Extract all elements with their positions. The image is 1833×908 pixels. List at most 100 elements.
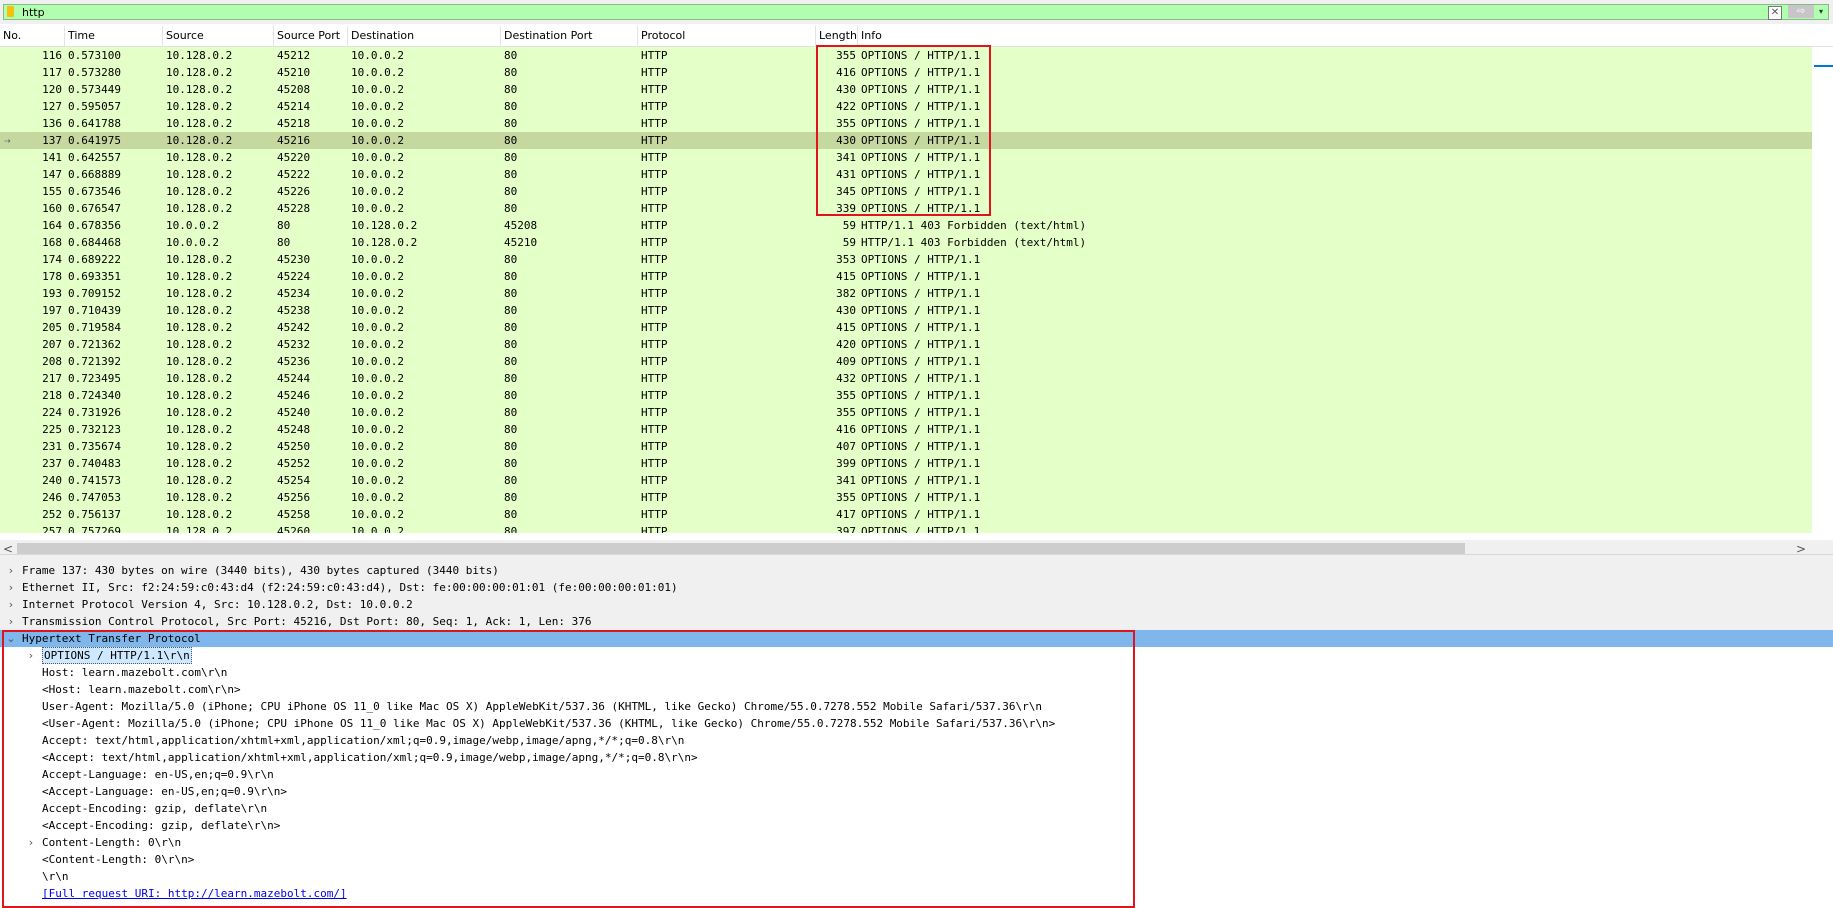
apply-filter-icon[interactable]: ⇨: [1788, 5, 1814, 18]
column-header-source-port[interactable]: Source Port: [274, 26, 348, 46]
detail-tree-field[interactable]: \r\n: [0, 868, 1833, 885]
detail-text: Content-Length: 0\r\n: [42, 836, 182, 849]
cell-source-port: 45238: [277, 304, 311, 317]
detail-tree-field[interactable]: Host: learn.mazebolt.com\r\n: [0, 664, 1833, 681]
clear-filter-icon[interactable]: ✕: [1768, 6, 1782, 20]
packet-row[interactable]: 168 0.684468 10.0.0.2 80 10.128.0.2 45210 HTTP…: [0, 234, 1812, 251]
detail-tree-protocol[interactable]: › Frame 137: 430 bytes on wire (3440 bits…: [0, 562, 1833, 579]
cell-time: 0.641975: [68, 134, 121, 147]
cell-protocol: HTTP: [641, 100, 668, 113]
cell-length: 382: [836, 287, 856, 300]
column-header-info[interactable]: Info: [858, 26, 1812, 46]
detail-tree-field[interactable]: Accept-Language: en-US,en;q=0.9\r\n: [0, 766, 1833, 783]
collapsed-chevron-icon[interactable]: ›: [26, 647, 36, 664]
detail-tree-field[interactable]: Accept: text/html,application/xhtml+xml,…: [0, 732, 1833, 749]
column-header-source[interactable]: Source: [163, 26, 274, 46]
column-header-protocol[interactable]: Protocol: [638, 26, 816, 46]
detail-text: Accept-Language: en-US,en;q=0.9\r\n: [42, 768, 274, 781]
cell-source: 10.128.0.2: [166, 66, 233, 79]
cell-protocol: HTTP: [641, 134, 668, 147]
detail-tree-field[interactable]: [Full request URI: http://learn.mazebolt…: [0, 885, 1833, 902]
detail-tree-field[interactable]: Accept-Encoding: gzip, deflate\r\n: [0, 800, 1833, 817]
packet-row[interactable]: 164 0.678356 10.0.0.2 80 10.128.0.2 45208 HTTP…: [0, 217, 1812, 234]
detail-tree-field[interactable]: <Host: learn.mazebolt.com\r\n>: [0, 681, 1833, 698]
packet-row[interactable]: 237 0.740483 10.128.0.2 45252 10.0.0.2 80 HTTP…: [0, 455, 1812, 472]
packet-row[interactable]: 160 0.676547 10.128.0.2 45228 10.0.0.2 80 HTTP…: [0, 200, 1812, 217]
packet-row[interactable]: 120 0.573449 10.128.0.2 45208 10.0.0.2 80 HTTP…: [0, 81, 1812, 98]
cell-time: 0.641788: [68, 117, 121, 130]
detail-tree-field[interactable]: <Content-Length: 0\r\n>: [0, 851, 1833, 868]
column-header-no[interactable]: No.: [0, 26, 65, 46]
detail-text: <Content-Length: 0\r\n>: [42, 853, 195, 866]
cell-destination: 10.0.0.2: [351, 508, 404, 521]
packet-list-vertical-scrollbar[interactable]: [1812, 47, 1833, 535]
packet-row[interactable]: 155 0.673546 10.128.0.2 45226 10.0.0.2 80 HTTP…: [0, 183, 1812, 200]
collapsed-chevron-icon[interactable]: ›: [6, 596, 16, 613]
vertical-scrollbar-thumb[interactable]: [1814, 65, 1833, 67]
packet-row[interactable]: 208 0.721392 10.128.0.2 45236 10.0.0.2 80 HTTP…: [0, 353, 1812, 370]
cell-info: OPTIONS / HTTP/1.1: [861, 151, 981, 164]
packet-row[interactable]: 246 0.747053 10.128.0.2 45256 10.0.0.2 80 HTTP…: [0, 489, 1812, 506]
packet-row[interactable]: 225 0.732123 10.128.0.2 45248 10.0.0.2 80 HTTP…: [0, 421, 1812, 438]
packet-row-selected[interactable]: ⇢ 137 0.641975 10.128.0.2 45216 10.0.0.2 80 HTT…: [0, 132, 1812, 149]
packet-row[interactable]: 217 0.723495 10.128.0.2 45244 10.0.0.2 80 HTTP…: [0, 370, 1812, 387]
packet-row[interactable]: 257 0.757269 10.128.0.2 45260 10.0.0.2 80 HTTP…: [0, 523, 1812, 533]
full-request-uri-link[interactable]: [Full request URI: http://learn.mazebolt…: [42, 885, 347, 902]
packet-row[interactable]: 207 0.721362 10.128.0.2 45232 10.0.0.2 80 HTTP…: [0, 336, 1812, 353]
collapsed-chevron-icon[interactable]: ›: [6, 613, 16, 630]
detail-tree-protocol[interactable]: › Internet Protocol Version 4, Src: 10.12…: [0, 596, 1833, 613]
packet-row[interactable]: 218 0.724340 10.128.0.2 45246 10.0.0.2 80 HTTP…: [0, 387, 1812, 404]
packet-row[interactable]: 178 0.693351 10.128.0.2 45224 10.0.0.2 80 HTTP…: [0, 268, 1812, 285]
detail-tree-field[interactable]: › OPTIONS / HTTP/1.1\r\n: [0, 647, 1833, 664]
detail-tree-field[interactable]: <User-Agent: Mozilla/5.0 (iPhone; CPU iP…: [0, 715, 1833, 732]
cell-destination-port: 80: [504, 287, 518, 300]
packet-row[interactable]: 116 0.573100 10.128.0.2 45212 10.0.0.2 80 HTTP…: [0, 47, 1812, 64]
packet-row[interactable]: 205 0.719584 10.128.0.2 45242 10.0.0.2 80 HTTP…: [0, 319, 1812, 336]
display-filter-input[interactable]: [22, 5, 1762, 19]
collapsed-chevron-icon[interactable]: ›: [26, 834, 36, 851]
cell-no: 160: [42, 202, 62, 215]
packet-row[interactable]: 197 0.710439 10.128.0.2 45238 10.0.0.2 80 HTTP…: [0, 302, 1812, 319]
cell-source-port: 45250: [277, 440, 311, 453]
packet-row[interactable]: 231 0.735674 10.128.0.2 45250 10.0.0.2 80 HTTP…: [0, 438, 1812, 455]
packet-row[interactable]: 174 0.689222 10.128.0.2 45230 10.0.0.2 80 HTTP…: [0, 251, 1812, 268]
filter-history-dropdown-icon[interactable]: ▾: [1816, 5, 1826, 18]
cell-source: 10.128.0.2: [166, 202, 233, 215]
packet-row[interactable]: 117 0.573280 10.128.0.2 45210 10.0.0.2 80 HTTP…: [0, 64, 1812, 81]
detail-tree-field[interactable]: <Accept-Language: en-US,en;q=0.9\r\n>: [0, 783, 1833, 800]
detail-tree-field[interactable]: › Content-Length: 0\r\n: [0, 834, 1833, 851]
collapsed-chevron-icon[interactable]: ›: [6, 562, 16, 579]
collapsed-chevron-icon[interactable]: ›: [6, 579, 16, 596]
cell-info: OPTIONS / HTTP/1.1: [861, 117, 981, 130]
cell-info: OPTIONS / HTTP/1.1: [861, 372, 981, 385]
packet-row[interactable]: 252 0.756137 10.128.0.2 45258 10.0.0.2 80 HTTP…: [0, 506, 1812, 523]
packet-row[interactable]: 136 0.641788 10.128.0.2 45218 10.0.0.2 80 HTTP…: [0, 115, 1812, 132]
cell-length: 430: [836, 304, 856, 317]
column-header-time[interactable]: Time: [65, 26, 163, 46]
packet-row[interactable]: 141 0.642557 10.128.0.2 45220 10.0.0.2 80 HTTP…: [0, 149, 1812, 166]
packet-row[interactable]: 147 0.668889 10.128.0.2 45222 10.0.0.2 80 HTTP…: [0, 166, 1812, 183]
detail-tree-field[interactable]: <Accept-Encoding: gzip, deflate\r\n>: [0, 817, 1833, 834]
packet-details-pane: › Frame 137: 430 bytes on wire (3440 bits…: [0, 562, 1833, 908]
cell-no: 231: [42, 440, 62, 453]
detail-tree-field[interactable]: <Accept: text/html,application/xhtml+xml…: [0, 749, 1833, 766]
detail-tree-protocol[interactable]: › Transmission Control Protocol, Src Port…: [0, 613, 1833, 630]
cell-length: 353: [836, 253, 856, 266]
packet-row[interactable]: 127 0.595057 10.128.0.2 45214 10.0.0.2 80 HTTP…: [0, 98, 1812, 115]
detail-text: User-Agent: Mozilla/5.0 (iPhone; CPU iPh…: [42, 700, 1043, 713]
detail-text: <Host: learn.mazebolt.com\r\n>: [42, 683, 241, 696]
detail-text: <Accept-Encoding: gzip, deflate\r\n>: [42, 819, 281, 832]
bookmark-icon[interactable]: [7, 6, 14, 17]
column-header-destination[interactable]: Destination: [348, 26, 501, 46]
detail-tree-protocol[interactable]: › Ethernet II, Src: f2:24:59:c0:43:d4 (f2…: [0, 579, 1833, 596]
expanded-chevron-icon[interactable]: ⌄: [6, 630, 16, 647]
detail-tree-field[interactable]: User-Agent: Mozilla/5.0 (iPhone; CPU iPh…: [0, 698, 1833, 715]
column-header-length[interactable]: Length: [816, 26, 858, 46]
packet-row[interactable]: 224 0.731926 10.128.0.2 45240 10.0.0.2 80 HTTP…: [0, 404, 1812, 421]
detail-tree-protocol[interactable]: ⌄ Hypertext Transfer Protocol: [0, 630, 1833, 647]
packet-row[interactable]: 193 0.709152 10.128.0.2 45234 10.0.0.2 80 HTTP…: [0, 285, 1812, 302]
cell-no: 164: [42, 219, 62, 232]
column-header-destination-port[interactable]: Destination Port: [501, 26, 638, 46]
packet-row[interactable]: 240 0.741573 10.128.0.2 45254 10.0.0.2 80 HTTP…: [0, 472, 1812, 489]
cell-protocol: HTTP: [641, 525, 668, 533]
